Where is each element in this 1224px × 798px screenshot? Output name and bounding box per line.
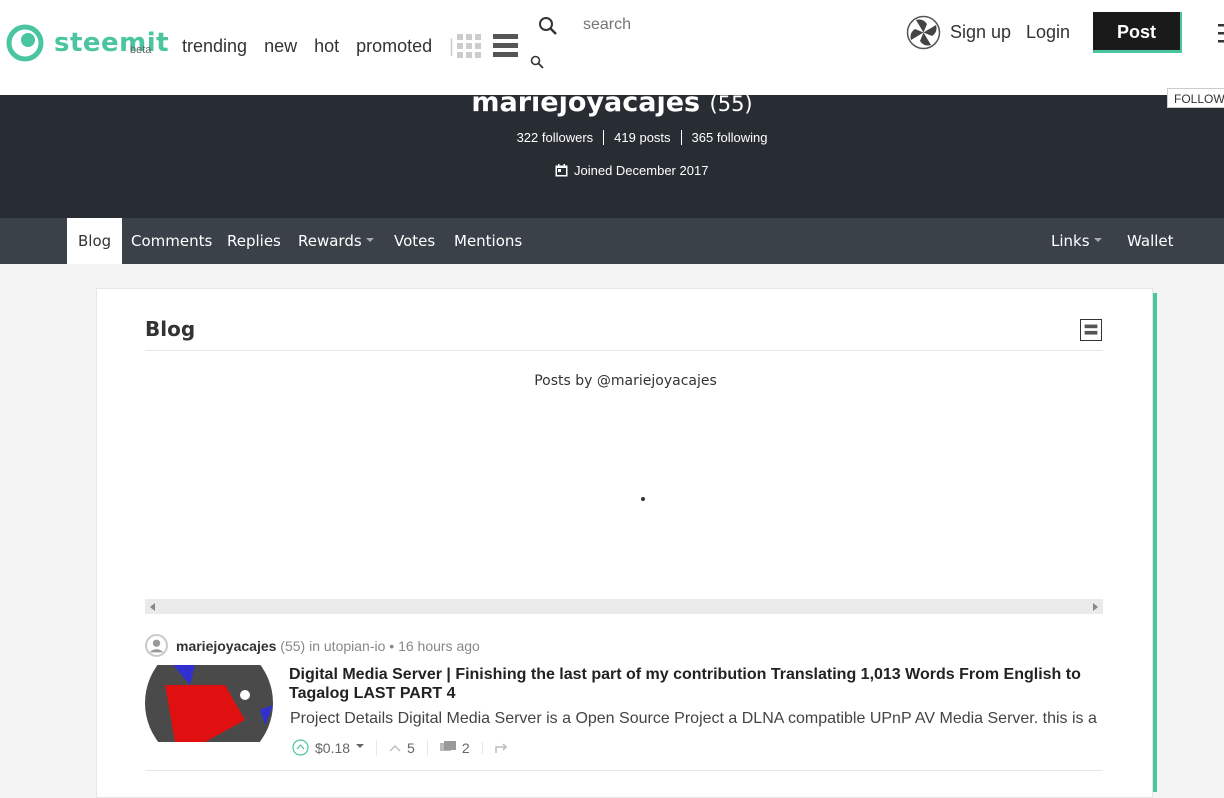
following-count[interactable]: 365 following	[680, 130, 778, 145]
tab-rewards[interactable]: Rewards	[298, 218, 374, 264]
divider	[145, 350, 1103, 351]
signup-link[interactable]: Sign up	[950, 22, 1011, 43]
nav-hot[interactable]: hot	[314, 36, 339, 57]
profile-reputation: (55)	[709, 92, 753, 116]
top-bar: steemit beta trending new hot promoted |	[0, 0, 1224, 95]
profile-stats: 322 followers 419 posts 365 following	[0, 130, 1224, 145]
tab-mentions[interactable]: Mentions	[454, 218, 522, 264]
menu-icon[interactable]	[1216, 24, 1224, 44]
search-icon[interactable]	[538, 16, 558, 36]
post-category[interactable]: utopian-io	[324, 638, 386, 654]
post-footer: $0.18 5 2	[292, 739, 521, 756]
scroll-right-icon[interactable]	[1093, 603, 1098, 611]
posts-by-heading: Posts by @mariejoyacajes	[534, 373, 717, 389]
post-bullet: •	[389, 637, 395, 654]
votes-chevron-up-icon	[389, 744, 401, 751]
post-button[interactable]: Post	[1093, 12, 1182, 53]
logo-beta: beta	[130, 44, 152, 56]
tab-comments[interactable]: Comments	[131, 218, 212, 264]
chevron-down-icon[interactable]	[356, 744, 365, 748]
votes-item: 5	[376, 739, 427, 756]
steemit-logo[interactable]: steemit beta	[6, 24, 169, 68]
author-avatar-icon[interactable]	[145, 634, 168, 657]
post-thumbnail-image	[145, 665, 273, 742]
post-in-label: in	[309, 637, 320, 654]
nav-trending[interactable]: trending	[182, 36, 247, 57]
layout-toggle-icon[interactable]	[1080, 319, 1102, 341]
upvote-icon[interactable]	[292, 739, 309, 756]
profile-header: mariejoyacajes (55) 322 followers 419 pos…	[0, 87, 1224, 218]
steemit-logo-icon	[6, 24, 44, 62]
tab-blog[interactable]: Blog	[67, 218, 123, 264]
logo-text: steemit	[54, 28, 170, 58]
tab-votes[interactable]: Votes	[394, 218, 435, 264]
post-time[interactable]: 16 hours ago	[398, 638, 480, 654]
comments-item: 2	[426, 739, 482, 756]
post-author[interactable]: mariejoyacajes	[176, 638, 276, 654]
follow-button[interactable]: FOLLOW	[1167, 88, 1224, 108]
tab-links-label: Links	[1051, 232, 1090, 250]
joined-info: Joined December 2017	[555, 163, 708, 178]
tab-links[interactable]: Links	[1051, 218, 1102, 264]
divider	[145, 770, 1103, 771]
joined-date: Joined December 2017	[574, 163, 709, 178]
scroll-left-icon[interactable]	[150, 603, 155, 611]
post-author-rep: (55)	[280, 637, 306, 654]
comments-icon	[439, 741, 456, 751]
nav-separator: |	[449, 36, 454, 56]
search-submit-icon[interactable]	[530, 55, 544, 69]
main-nav: trending new hot promoted |	[182, 36, 464, 57]
post-title[interactable]: Digital Media Server | Finishing the las…	[289, 665, 1109, 703]
chevron-down-icon	[1093, 238, 1102, 242]
posts-count: 419 posts	[603, 130, 680, 145]
login-link[interactable]: Login	[1026, 22, 1070, 43]
tab-rewards-label: Rewards	[298, 232, 362, 250]
tab-wallet[interactable]: Wallet	[1127, 218, 1174, 264]
loading-indicator	[641, 497, 645, 501]
calendar-icon	[555, 164, 568, 177]
payout-item: $0.18	[292, 739, 376, 756]
share-item	[481, 741, 521, 754]
post-thumbnail[interactable]	[145, 665, 273, 742]
list-view-icon[interactable]	[493, 34, 518, 58]
post-comments[interactable]: 2	[462, 740, 470, 756]
tab-replies[interactable]: Replies	[227, 218, 281, 264]
post-votes[interactable]: 5	[407, 740, 415, 756]
blog-card: Blog Posts by @mariejoyacajes mariejoyac…	[96, 288, 1153, 798]
post-payout[interactable]: $0.18	[315, 740, 350, 756]
nav-promoted[interactable]: promoted	[356, 36, 432, 57]
blog-title: Blog	[145, 317, 196, 341]
search-input[interactable]	[583, 16, 783, 34]
grid-view-icon[interactable]	[457, 34, 481, 58]
profile-username-row: mariejoyacajes (55)	[0, 87, 1224, 118]
chevron-down-icon	[365, 238, 374, 242]
nav-new[interactable]: new	[264, 36, 297, 57]
share-icon[interactable]	[494, 742, 509, 754]
profile-tabs: Blog Comments Replies Rewards Votes Ment…	[0, 218, 1224, 264]
horizontal-scrollbar[interactable]	[145, 599, 1103, 614]
followers-count[interactable]: 322 followers	[507, 130, 604, 145]
user-avatar-icon[interactable]	[906, 15, 941, 50]
post-meta: mariejoyacajes (55) in utopian-io • 16 h…	[145, 634, 480, 657]
profile-username: mariejoyacajes	[471, 87, 701, 118]
post-excerpt[interactable]: Project Details Digital Media Server is …	[290, 710, 1100, 728]
